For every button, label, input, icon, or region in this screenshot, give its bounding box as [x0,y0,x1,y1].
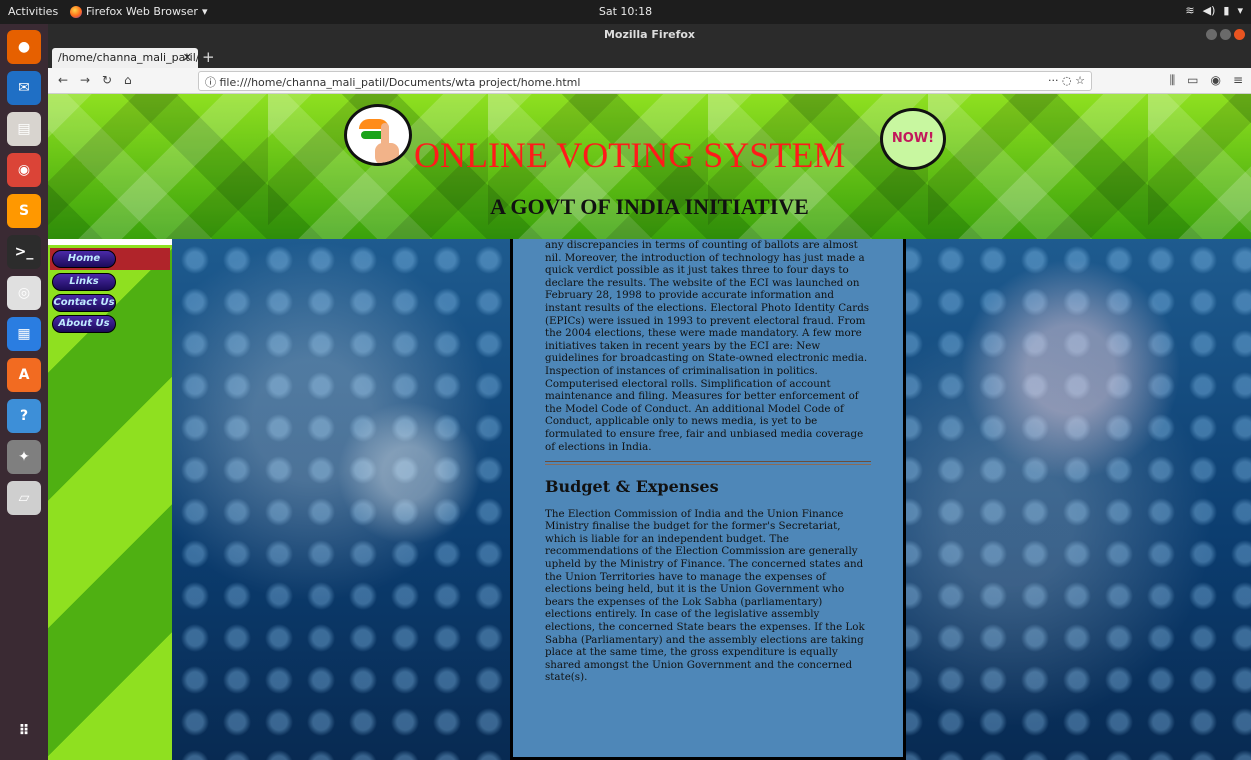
sublime-text-icon[interactable]: S [7,194,41,228]
home-button[interactable]: ⌂ [124,73,132,87]
firefox-icon[interactable]: ● [7,30,41,64]
nav-links-button[interactable]: Links [52,273,116,291]
system-tray[interactable]: ≋ ◀) ▮ ▾ [1185,4,1243,17]
webcam-icon[interactable]: ◎ [7,276,41,310]
page-body: Home Links Contact Us About Us any discr… [48,239,1251,760]
minimize-button[interactable] [1206,29,1217,40]
close-window-button[interactable] [1234,29,1245,40]
new-tab-button[interactable]: + [202,48,215,66]
tab-title: /home/channa_mali_patil/D [58,51,198,64]
nav-row-home: Home [50,248,170,270]
chrome-icon[interactable]: ◉ [7,153,41,187]
dock: ● ✉ ▤ ◉ S >_ ◎ ▦ A? ✦ ▱ ⠿ [0,24,48,760]
sidebar: Home Links Contact Us About Us [48,239,172,760]
now-badge: NOW! [880,108,946,170]
section-divider [545,461,871,466]
back-button[interactable]: ← [58,73,68,87]
section-heading: Budget & Expenses [545,477,719,497]
firefox-window: Mozilla Firefox /home/channa_mali_patil/… [48,24,1251,760]
browser-tab[interactable]: /home/channa_mali_patil/D ✕ [52,48,198,68]
bookmark-star-icon[interactable]: ☆ [1075,74,1085,87]
site-header: ONLINE VOTING SYSTEM NOW! A GOVT OF INDI… [48,94,1251,239]
content-paragraph: The Election Commission of India and the… [545,507,865,684]
voting-logo-icon [344,104,412,166]
info-icon[interactable]: ⓘ [205,76,216,89]
account-icon[interactable]: ◉ [1210,73,1220,88]
reload-button[interactable]: ↻ [102,73,112,87]
help-icon[interactable]: ? [7,399,41,433]
nav-contact-button[interactable]: Contact Us [52,294,116,312]
gnome-top-bar: Activities Firefox Web Browser ▾ Sat 10:… [0,0,1251,24]
window-title: Mozilla Firefox [603,28,696,41]
volume-icon: ◀) [1202,4,1216,17]
software-icon[interactable]: A [7,358,41,392]
site-subtitle: A GOVT OF INDIA INITIATIVE [490,194,809,219]
url-bar[interactable]: ⓘ file:///home/channa_mali_patil/Documen… [198,71,1092,91]
main-content: any discrepancies in terms of counting o… [510,239,906,760]
nav-row-links: Links [50,273,170,291]
library-icon[interactable]: ⫼ [1170,73,1176,88]
clock[interactable]: Sat 10:18 [0,5,1251,18]
site-nav: Home Links Contact Us About Us [50,248,170,336]
thunderbird-icon[interactable]: ✉ [7,71,41,105]
scanner-icon[interactable]: ▱ [7,481,41,515]
navigation-toolbar: ← → ↻ ⌂ ⓘ file:///home/channa_mali_patil… [48,68,1251,94]
page-actions-icon[interactable]: ··· [1048,74,1059,87]
nav-home-button[interactable]: Home [52,250,116,268]
url-text: file:///home/channa_mali_patil/Documents… [219,76,581,89]
window-titlebar: Mozilla Firefox [48,24,1251,46]
close-tab-icon[interactable]: ✕ [183,51,192,64]
show-applications-icon[interactable]: ⠿ [7,714,41,748]
terminal-icon[interactable]: >_ [7,235,41,269]
nav-row-about: About Us [50,315,170,333]
chevron-down-icon: ▾ [1237,4,1243,17]
nav-about-button[interactable]: About Us [52,315,116,333]
forward-button[interactable]: → [80,73,90,87]
writer-icon[interactable]: ▦ [7,317,41,351]
pocket-icon[interactable]: ◌ [1062,74,1072,87]
wifi-icon: ≋ [1185,4,1195,17]
sidebar-icon[interactable]: ▭ [1187,73,1198,88]
files-icon[interactable]: ▤ [7,112,41,146]
site-title: ONLINE VOTING SYSTEM [414,135,846,175]
settings-icon[interactable]: ✦ [7,440,41,474]
tab-strip: /home/channa_mali_patil/D ✕ + [48,46,1251,68]
nav-row-contact: Contact Us [50,294,170,312]
content-paragraph: any discrepancies in terms of counting o… [545,239,870,453]
battery-icon: ▮ [1223,4,1230,17]
menu-icon[interactable]: ≡ [1233,73,1243,88]
web-page: ONLINE VOTING SYSTEM NOW! A GOVT OF INDI… [48,94,1251,760]
maximize-button[interactable] [1220,29,1231,40]
